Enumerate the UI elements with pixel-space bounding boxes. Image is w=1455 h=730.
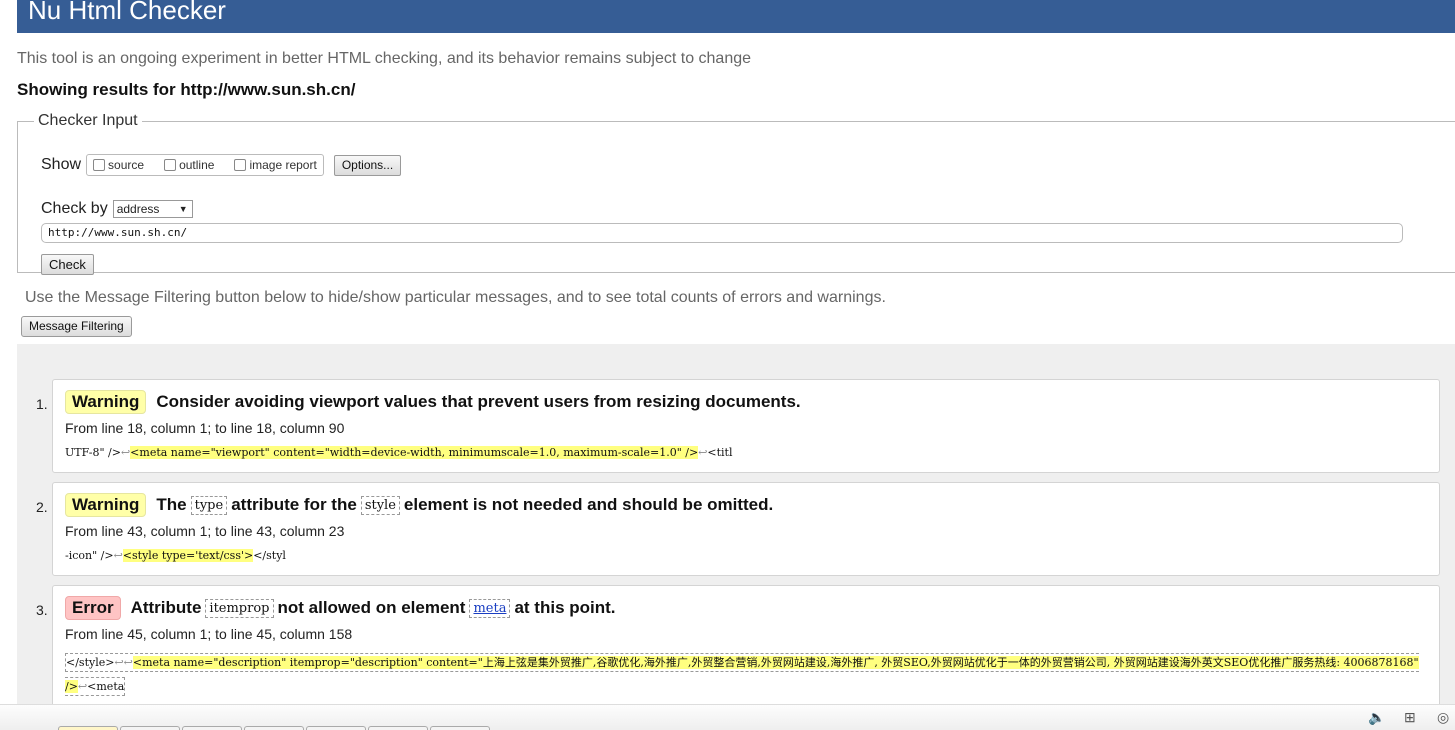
- message-item: 2. Warning The type attribute for the st…: [36, 482, 1440, 576]
- message-text-part: attribute for the: [231, 495, 357, 514]
- message-number: 1.: [36, 396, 48, 412]
- message-filtering-button[interactable]: Message Filtering: [21, 316, 132, 337]
- message-location: From line 45, column 1; to line 45, colu…: [65, 626, 353, 642]
- source-label: source: [108, 158, 145, 172]
- extract-suffix: <titl: [707, 446, 733, 459]
- line-break-icon: ↩: [120, 446, 131, 459]
- chevron-down-icon: ▼: [178, 204, 188, 214]
- extract-box: </style>↩↩<meta name="description" itemp…: [65, 653, 1419, 696]
- results-area: 1. Warning Consider avoiding viewport va…: [17, 344, 1455, 715]
- taskbar-button[interactable]: [306, 726, 366, 730]
- extract-prefix: UTF-8" />: [65, 446, 121, 459]
- message-text-part: The: [156, 495, 187, 514]
- filter-help-text: Use the Message Filtering button below t…: [25, 289, 886, 306]
- code-style: style: [360, 495, 400, 515]
- message-item: 1. Warning Consider avoiding viewport va…: [36, 379, 1440, 473]
- message-text-part: at this point.: [514, 598, 616, 617]
- page: Nu Html Checker This tool is an ongoing …: [0, 0, 1455, 730]
- extract-suffix: <meta: [87, 680, 125, 693]
- options-button[interactable]: Options...: [333, 154, 402, 176]
- speaker-icon[interactable]: 🔈: [1368, 709, 1385, 726]
- outline-label: outline: [179, 158, 215, 172]
- show-row: Show source outline image report Options…: [41, 154, 402, 176]
- message-location: From line 43, column 1; to line 43, colu…: [65, 523, 345, 539]
- show-source-option[interactable]: source: [91, 158, 144, 172]
- message-text: Consider avoiding viewport values that p…: [156, 392, 801, 411]
- taskbar-button[interactable]: [182, 726, 242, 730]
- check-by-row: Check by address ▼: [41, 200, 193, 218]
- extract-highlight: <meta name="viewport" content="width=dev…: [130, 446, 699, 459]
- app-header: Nu Html Checker: [17, 0, 1455, 33]
- taskbar-button[interactable]: [430, 726, 490, 730]
- image-report-label: image report: [249, 158, 317, 172]
- show-options-group: source outline image report: [86, 154, 324, 176]
- message-item: 3. Error Attribute itemprop not allowed …: [36, 585, 1440, 715]
- extract-highlight: <meta name="description" itemprop="descr…: [65, 656, 1419, 693]
- code-itemprop: itemprop: [205, 598, 274, 618]
- check-by-select[interactable]: address ▼: [112, 200, 193, 218]
- message-extract: -icon" />↩<style type='text/css'></styl: [65, 549, 286, 562]
- results-heading: Showing results for http://www.sun.sh.cn…: [17, 80, 356, 99]
- extract-prefix: </style>: [66, 656, 115, 669]
- outline-checkbox[interactable]: [164, 158, 177, 171]
- message-extract: UTF-8" />↩<meta name="viewport" content=…: [65, 446, 733, 459]
- show-label: Show: [41, 156, 82, 173]
- message-number: 2.: [36, 499, 48, 515]
- taskbar-button[interactable]: [244, 726, 304, 730]
- line-break-icon: ↩: [114, 656, 124, 669]
- warning-badge: Warning: [65, 493, 147, 517]
- taskbar-button[interactable]: [58, 726, 118, 730]
- show-outline-option[interactable]: outline: [162, 158, 214, 172]
- page-title: Nu Html Checker: [28, 0, 226, 25]
- checker-input-legend: Checker Input: [38, 112, 138, 129]
- message-text-part: not allowed on element: [277, 598, 466, 617]
- code-type: type: [190, 495, 228, 515]
- message-text-part: element is not needed and should be omit…: [403, 495, 774, 514]
- taskbar: 🔈 ⊞ ◎: [0, 704, 1455, 730]
- check-button[interactable]: Check: [41, 254, 94, 275]
- show-image-report-option[interactable]: image report: [232, 158, 317, 172]
- image-report-checkbox[interactable]: [234, 158, 247, 171]
- check-by-label: Check by: [41, 200, 108, 217]
- url-input[interactable]: http://www.sun.sh.cn/: [41, 223, 1403, 243]
- taskbar-button[interactable]: [120, 726, 180, 730]
- source-checkbox[interactable]: [93, 158, 106, 171]
- message-text-part: Attribute: [130, 598, 202, 617]
- message-number: 3.: [36, 602, 48, 618]
- message-title: Warning The type attribute for the style…: [65, 493, 773, 517]
- message-extract: </style>↩↩<meta name="description" itemp…: [65, 651, 1425, 699]
- message-title: Warning Consider avoiding viewport value…: [65, 390, 801, 414]
- checker-input-fieldset: Checker Input Show source outline image …: [17, 112, 1455, 275]
- line-break-icon: ↩: [113, 549, 123, 562]
- warning-badge: Warning: [65, 390, 147, 414]
- check-by-value: address: [116, 202, 160, 216]
- message-location: From line 18, column 1; to line 18, colu…: [65, 420, 345, 436]
- taskbar-button[interactable]: [368, 726, 428, 730]
- extract-prefix: -icon" />: [65, 549, 114, 562]
- message-title: Error Attribute itemprop not allowed on …: [65, 596, 616, 620]
- error-badge: Error: [65, 596, 121, 620]
- network-icon[interactable]: ⊞: [1404, 709, 1416, 726]
- meta-element-link[interactable]: meta: [469, 598, 511, 618]
- extract-suffix: </styl: [253, 549, 286, 562]
- tagline: This tool is an ongoing experiment in be…: [17, 50, 752, 67]
- line-break-icon: ↩: [123, 656, 133, 669]
- language-icon[interactable]: ◎: [1437, 709, 1449, 726]
- extract-highlight: <style type='text/css'>: [122, 549, 254, 562]
- line-break-icon: ↩: [77, 680, 88, 693]
